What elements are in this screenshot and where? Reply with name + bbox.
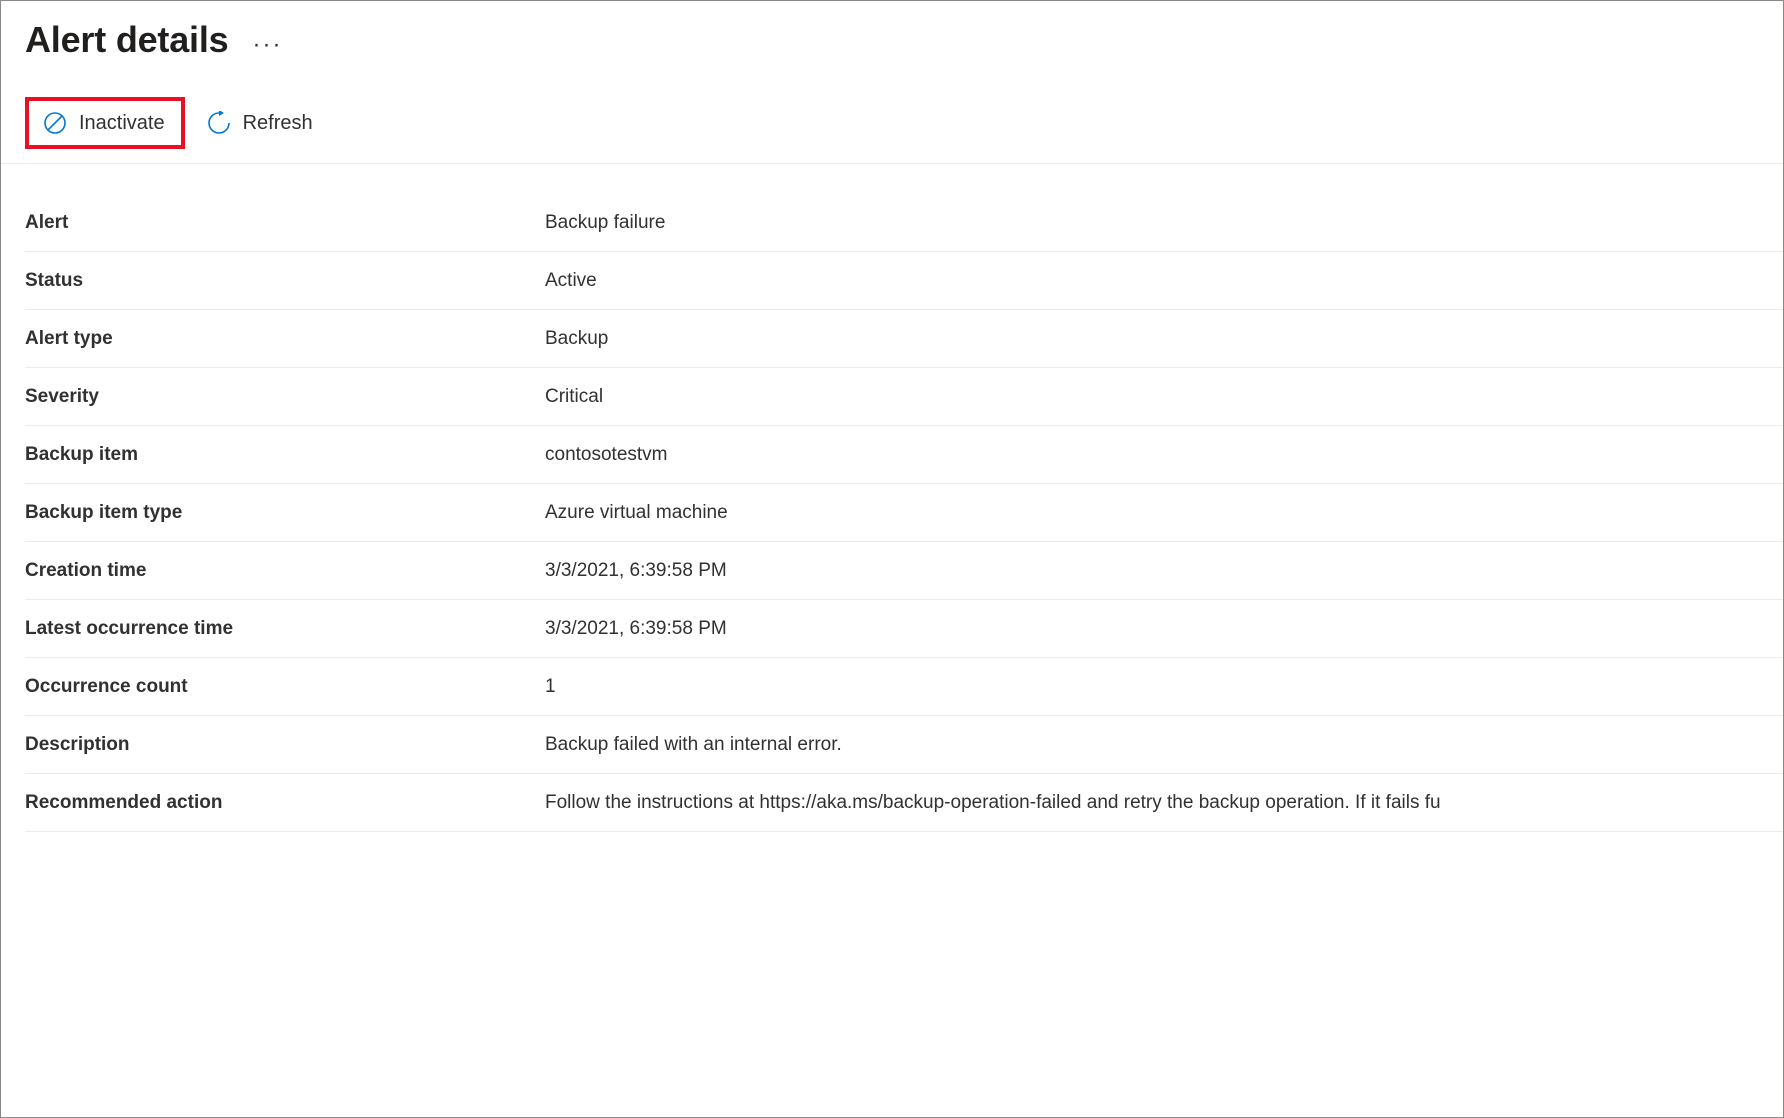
detail-row-backup-item-type: Backup item type Azure virtual machine	[25, 484, 1783, 542]
detail-row-alert: Alert Backup failure	[25, 194, 1783, 252]
detail-value: contosotestvm	[545, 444, 668, 466]
prohibit-icon	[43, 111, 67, 135]
detail-label: Description	[25, 734, 545, 756]
detail-value: 3/3/2021, 6:39:58 PM	[545, 560, 727, 582]
header: Alert details ···	[1, 1, 1783, 69]
refresh-label: Refresh	[243, 112, 313, 135]
inactivate-button[interactable]: Inactivate	[31, 103, 177, 143]
detail-value: Active	[545, 270, 597, 292]
refresh-icon	[207, 111, 231, 135]
detail-label: Creation time	[25, 560, 545, 582]
detail-label: Status	[25, 270, 545, 292]
more-options-button[interactable]: ···	[248, 29, 286, 61]
detail-value: Azure virtual machine	[545, 502, 728, 524]
highlight-annotation: Inactivate	[25, 97, 185, 149]
detail-label: Alert type	[25, 328, 545, 350]
toolbar: Inactivate Refresh	[1, 69, 1783, 164]
detail-row-latest-occurrence-time: Latest occurrence time 3/3/2021, 6:39:58…	[25, 600, 1783, 658]
refresh-button[interactable]: Refresh	[195, 103, 325, 143]
detail-label: Recommended action	[25, 792, 545, 814]
detail-row-alert-type: Alert type Backup	[25, 310, 1783, 368]
detail-label: Alert	[25, 212, 545, 234]
detail-row-occurrence-count: Occurrence count 1	[25, 658, 1783, 716]
detail-value: Backup failed with an internal error.	[545, 734, 842, 756]
detail-value: Backup	[545, 328, 608, 350]
detail-row-recommended-action: Recommended action Follow the instructio…	[25, 774, 1783, 832]
detail-value: 1	[545, 676, 556, 698]
detail-label: Occurrence count	[25, 676, 545, 698]
detail-label: Latest occurrence time	[25, 618, 545, 640]
detail-row-status: Status Active	[25, 252, 1783, 310]
detail-row-backup-item: Backup item contosotestvm	[25, 426, 1783, 484]
detail-label: Severity	[25, 386, 545, 408]
detail-value: 3/3/2021, 6:39:58 PM	[545, 618, 727, 640]
detail-value: Critical	[545, 386, 603, 408]
detail-label: Backup item type	[25, 502, 545, 524]
detail-row-severity: Severity Critical	[25, 368, 1783, 426]
detail-label: Backup item	[25, 444, 545, 466]
detail-value: Follow the instructions at https://aka.m…	[545, 792, 1441, 814]
detail-row-creation-time: Creation time 3/3/2021, 6:39:58 PM	[25, 542, 1783, 600]
inactivate-label: Inactivate	[79, 112, 165, 135]
detail-row-description: Description Backup failed with an intern…	[25, 716, 1783, 774]
page-title: Alert details	[25, 19, 228, 61]
details-panel: Alert Backup failure Status Active Alert…	[1, 164, 1783, 832]
detail-value: Backup failure	[545, 212, 665, 234]
